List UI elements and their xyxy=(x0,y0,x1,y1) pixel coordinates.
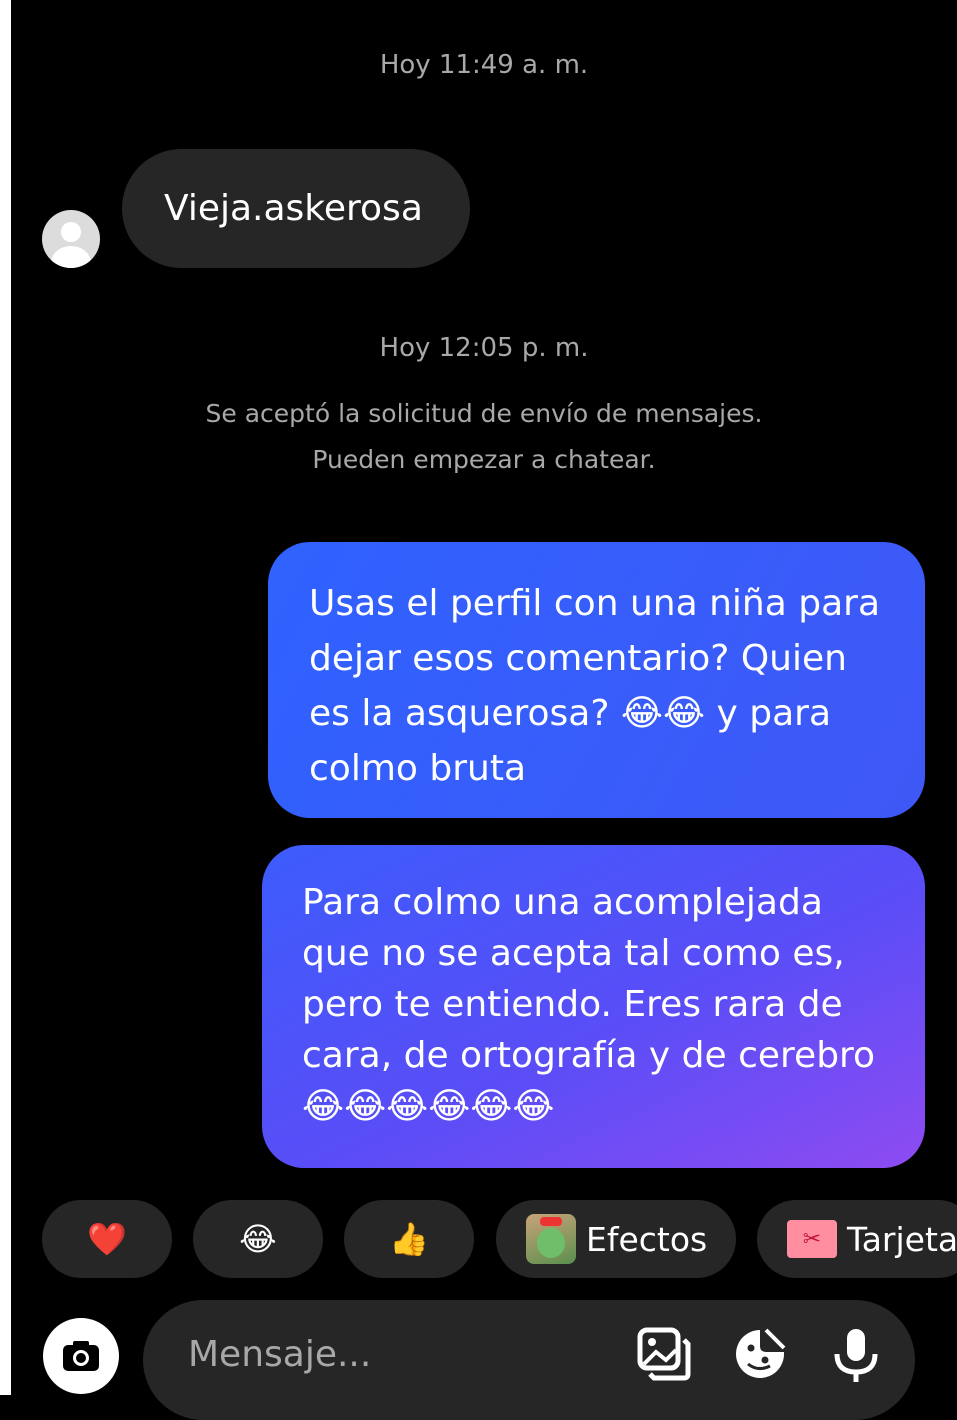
message-line: colmo bruta xyxy=(309,748,527,789)
outgoing-message[interactable]: Para colmo una acomplejada que no se ace… xyxy=(262,845,925,1168)
effects-thumbnail-icon xyxy=(526,1214,576,1264)
gallery-icon xyxy=(637,1327,691,1381)
message-line: dejar esos comentario? Quien xyxy=(309,638,847,679)
camera-icon xyxy=(63,1341,99,1371)
incoming-message[interactable]: Vieja.askerosa xyxy=(122,149,470,268)
microphone-button[interactable] xyxy=(828,1326,884,1382)
effects-button[interactable]: Efectos xyxy=(496,1200,736,1278)
message-input[interactable]: Mensaje... xyxy=(188,1327,371,1383)
sticker-button[interactable] xyxy=(732,1326,788,1382)
quick-reply-heart[interactable]: ❤️ xyxy=(42,1200,172,1278)
screen-edge xyxy=(0,0,11,1395)
sticker-icon xyxy=(736,1328,786,1378)
heart-icon: ❤️ xyxy=(87,1220,127,1258)
quick-reply-laugh[interactable]: 😂 xyxy=(193,1200,323,1278)
gift-card-icon: ✂ xyxy=(787,1220,837,1258)
message-line: Usas el perfil con una niña para xyxy=(309,583,881,624)
timestamp: Hoy 12:05 p. m. xyxy=(379,333,589,363)
message-line: que no se acepta tal como es, xyxy=(302,933,845,974)
avatar-icon[interactable] xyxy=(42,210,100,268)
laughing-emoji: 😂😂😂😂😂😂 xyxy=(302,1086,555,1127)
microphone-icon xyxy=(834,1329,878,1382)
laughing-emoji: 😂😂 xyxy=(620,693,706,734)
quick-reply-thumbs-up[interactable]: 👍 xyxy=(344,1200,474,1278)
outgoing-message[interactable]: Usas el perfil con una niña para dejar e… xyxy=(268,542,925,818)
camera-button[interactable] xyxy=(43,1318,119,1394)
gallery-button[interactable] xyxy=(636,1326,692,1382)
laughing-emoji-icon: 😂 xyxy=(239,1220,277,1258)
message-line: es la asquerosa? 😂😂 y para xyxy=(309,686,905,741)
effects-label: Efectos xyxy=(586,1219,708,1259)
message-text: y para xyxy=(716,693,832,734)
message-line: pero te entiendo. Eres rara de xyxy=(302,984,843,1025)
card-button[interactable]: ✂ Tarjeta xyxy=(757,1200,957,1278)
message-text: es la asquerosa? xyxy=(309,693,610,734)
system-notice-line: Pueden empezar a chatear. xyxy=(312,445,656,474)
card-label: Tarjeta xyxy=(847,1219,957,1259)
thumbs-up-icon: 👍 xyxy=(389,1220,429,1258)
message-line: Para colmo una acomplejada xyxy=(302,882,823,923)
system-notice-line: Se aceptó la solicitud de envío de mensa… xyxy=(205,399,763,428)
message-line: cara, de ortografía y de cerebro xyxy=(302,1035,876,1076)
timestamp: Hoy 11:49 a. m. xyxy=(379,50,589,80)
